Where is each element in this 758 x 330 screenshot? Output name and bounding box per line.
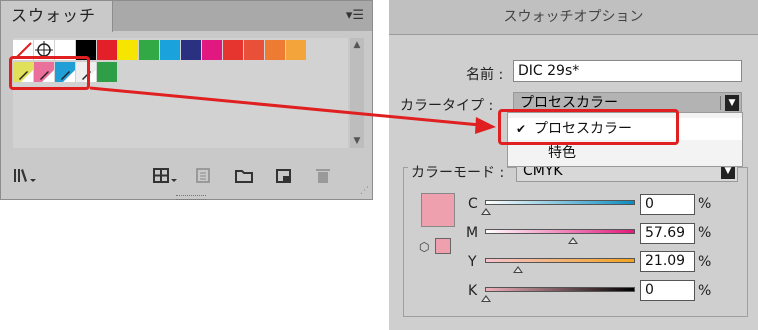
- annotation-arrow: [89, 86, 496, 134]
